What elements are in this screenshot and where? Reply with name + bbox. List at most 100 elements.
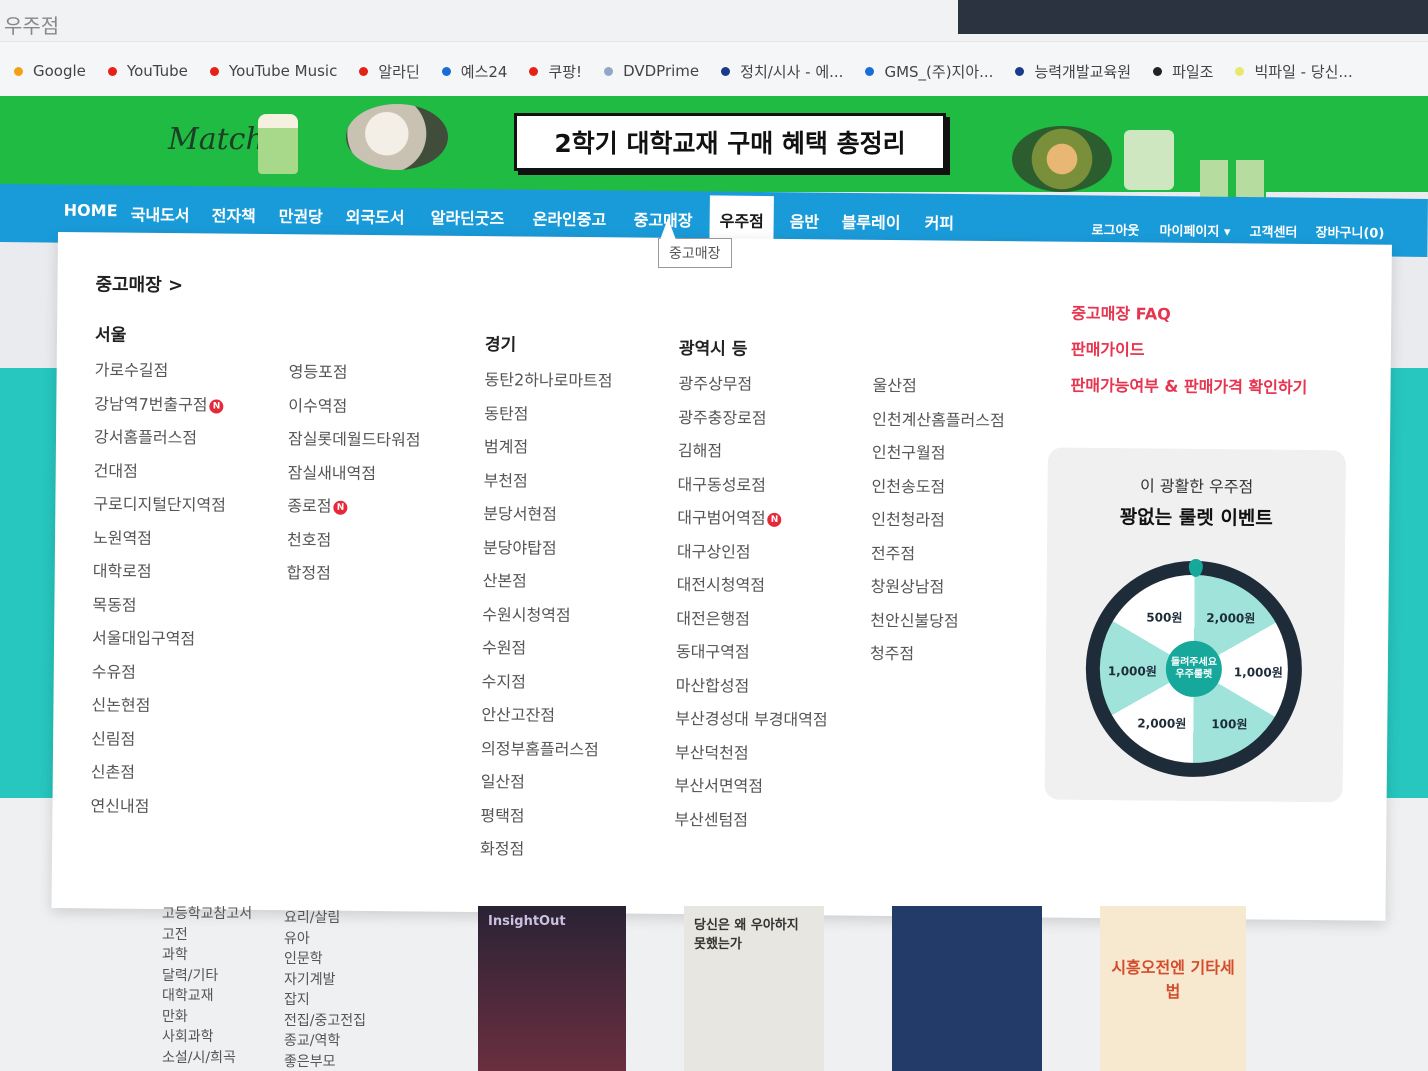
store-link[interactable]: 분당야탑점 [483, 534, 611, 569]
bookmark-item[interactable]: YouTube Music [209, 62, 337, 80]
store-link[interactable]: 목동점 [92, 591, 225, 626]
bookmark-item[interactable]: 예스24 [441, 61, 507, 82]
store-link[interactable]: 합정점 [287, 559, 420, 594]
roulette-spin-button[interactable]: 돌려주세요 우주룰렛 [1165, 640, 1223, 698]
category-link[interactable]: 달력/기타 [162, 965, 252, 986]
store-link[interactable]: 수유점 [92, 658, 225, 693]
store-link[interactable]: 대전시청역점 [676, 571, 829, 606]
store-link[interactable]: 동대구역점 [676, 638, 829, 673]
category-link[interactable]: 대학교재 [162, 985, 252, 1006]
store-link[interactable]: 인천청라점 [871, 506, 1004, 541]
logout-link[interactable]: 로그아웃 [1091, 219, 1139, 239]
bookmark-item[interactable]: 빅파일 - 당신... [1235, 61, 1353, 82]
store-link[interactable]: 잠실롯데월드타워점 [288, 425, 421, 460]
store-link[interactable]: 대구범어역점 N [677, 504, 830, 539]
store-link[interactable]: 안산고잔점 [481, 701, 609, 736]
bookmark-item[interactable]: YouTube [107, 62, 188, 80]
store-link[interactable]: 광주상무점 [678, 370, 831, 405]
nav-online-used[interactable]: 온라인중고 [533, 206, 607, 231]
nav-mangwondang[interactable]: 만권당 [279, 203, 323, 227]
store-link[interactable]: 서울대입구역점 [92, 624, 225, 659]
store-link[interactable]: 동탄점 [484, 400, 612, 435]
store-link[interactable]: 가로수길점 [94, 356, 227, 391]
store-link[interactable]: 대전은행점 [676, 604, 829, 639]
store-link[interactable]: 종로점 N [287, 492, 420, 527]
store-link[interactable]: 대구상인점 [677, 537, 830, 572]
store-link[interactable]: 의정부홈플러스점 [481, 735, 609, 770]
category-link[interactable]: 잡지 [284, 989, 366, 1010]
store-link[interactable]: 부산경성대 부경대역점 [675, 705, 828, 740]
used-store-faq-link[interactable]: 중고매장 FAQ [1071, 300, 1308, 338]
store-link[interactable]: 부산서면역점 [675, 772, 828, 807]
category-link[interactable]: 소설/시/희곡 [162, 1047, 252, 1068]
store-link[interactable]: 분당서현점 [483, 500, 611, 535]
browser-tab-title[interactable]: 우주점 [4, 10, 59, 39]
category-link[interactable]: 사회과학 [162, 1026, 252, 1047]
nav-ebooks[interactable]: 전자책 [212, 202, 256, 226]
category-link[interactable]: 유아 [284, 928, 366, 949]
store-link[interactable]: 신촌점 [91, 758, 224, 793]
nav-aladin-goods[interactable]: 알라딘굿즈 [431, 205, 505, 230]
category-link[interactable]: 종교/역학 [284, 1030, 366, 1051]
store-link[interactable]: 강서홈플러스점 [94, 423, 227, 458]
promo-banner[interactable]: Matcha 2학기 대학교재 구매 혜택 총정리 [0, 96, 1428, 200]
category-link[interactable]: 요리/살림 [284, 907, 366, 928]
store-link[interactable]: 인천계산홈플러스점 [872, 405, 1005, 440]
mypage-link[interactable]: 마이페이지 ▾ [1159, 220, 1230, 240]
bookmark-item[interactable]: DVDPrime [604, 62, 699, 80]
store-link[interactable]: 울산점 [872, 372, 1005, 407]
store-link[interactable]: 부천점 [483, 467, 611, 502]
store-link[interactable]: 신림점 [91, 725, 224, 760]
bookmark-item[interactable]: Google [14, 62, 86, 80]
store-link[interactable]: 마산합성점 [675, 671, 828, 706]
store-link[interactable]: 화정점 [480, 835, 608, 870]
store-link[interactable]: 건대점 [94, 457, 227, 492]
store-link[interactable]: 천호점 [287, 526, 420, 561]
store-link[interactable]: 수지점 [482, 668, 610, 703]
store-link[interactable]: 잠실새내역점 [288, 459, 421, 494]
nav-coffee[interactable]: 커피 [925, 210, 955, 234]
store-link[interactable]: 대구동성로점 [677, 470, 830, 505]
customer-center-link[interactable]: 고객센터 [1249, 221, 1297, 241]
store-link[interactable]: 김해점 [678, 437, 831, 472]
bookmark-item[interactable]: 알라딘 [359, 61, 420, 82]
store-link[interactable]: 산본점 [482, 567, 610, 602]
store-link[interactable]: 영등포점 [288, 358, 421, 393]
bookmark-item[interactable]: 파일조 [1153, 61, 1213, 82]
category-link[interactable]: 인문학 [284, 948, 366, 969]
store-link[interactable]: 일산점 [481, 768, 609, 803]
store-link[interactable]: 인천구월점 [872, 439, 1005, 474]
book-cover[interactable] [892, 906, 1042, 1071]
category-link[interactable]: 자기계발 [284, 969, 366, 990]
store-link[interactable]: 강남역7번출구점 N [94, 390, 227, 425]
cart-link[interactable]: 장바구니(0) [1315, 222, 1384, 242]
nav-domestic-books[interactable]: 국내도서 [131, 201, 190, 226]
book-cover[interactable]: 당신은 왜 우아하지 못했는가 [684, 906, 824, 1071]
book-cover[interactable]: InsightOut [478, 906, 626, 1071]
bookmark-item[interactable]: 정치/시사 - 에... [721, 61, 843, 82]
bookmark-item[interactable]: 능력개발교육원 [1015, 61, 1131, 82]
nav-bluray[interactable]: 블루레이 [842, 209, 901, 234]
banner-headline[interactable]: 2학기 대학교재 구매 혜택 총정리 [514, 113, 946, 171]
category-link[interactable]: 고전 [162, 924, 252, 945]
store-link[interactable]: 광주충장로점 [678, 403, 831, 438]
store-link[interactable]: 부산센텀점 [674, 805, 827, 840]
category-link[interactable]: 고등학교참고서 [162, 903, 252, 924]
nav-home[interactable]: HOME [64, 201, 118, 221]
category-link[interactable]: 과학 [162, 944, 252, 965]
store-link[interactable]: 이수역점 [288, 392, 421, 427]
bookmark-item[interactable]: 쿠팡! [529, 61, 582, 82]
store-link[interactable]: 평택점 [480, 802, 608, 837]
category-link[interactable]: 만화 [162, 1006, 252, 1027]
nav-foreign-books[interactable]: 외국도서 [346, 204, 405, 229]
store-link[interactable]: 대학로점 [93, 557, 226, 592]
store-link[interactable]: 수원시청역점 [482, 601, 610, 636]
bookmark-item[interactable]: GMS_(주)지아... [865, 61, 993, 82]
store-link[interactable]: 청주점 [870, 640, 1003, 675]
dropdown-title[interactable]: 중고매장 > [95, 270, 183, 297]
store-link[interactable]: 부산덕천점 [675, 738, 828, 773]
store-link[interactable]: 노원역점 [93, 524, 226, 559]
store-link[interactable]: 수원점 [482, 634, 610, 669]
store-link[interactable]: 동탄2하나로마트점 [484, 366, 613, 401]
store-link[interactable]: 범계점 [484, 433, 612, 468]
